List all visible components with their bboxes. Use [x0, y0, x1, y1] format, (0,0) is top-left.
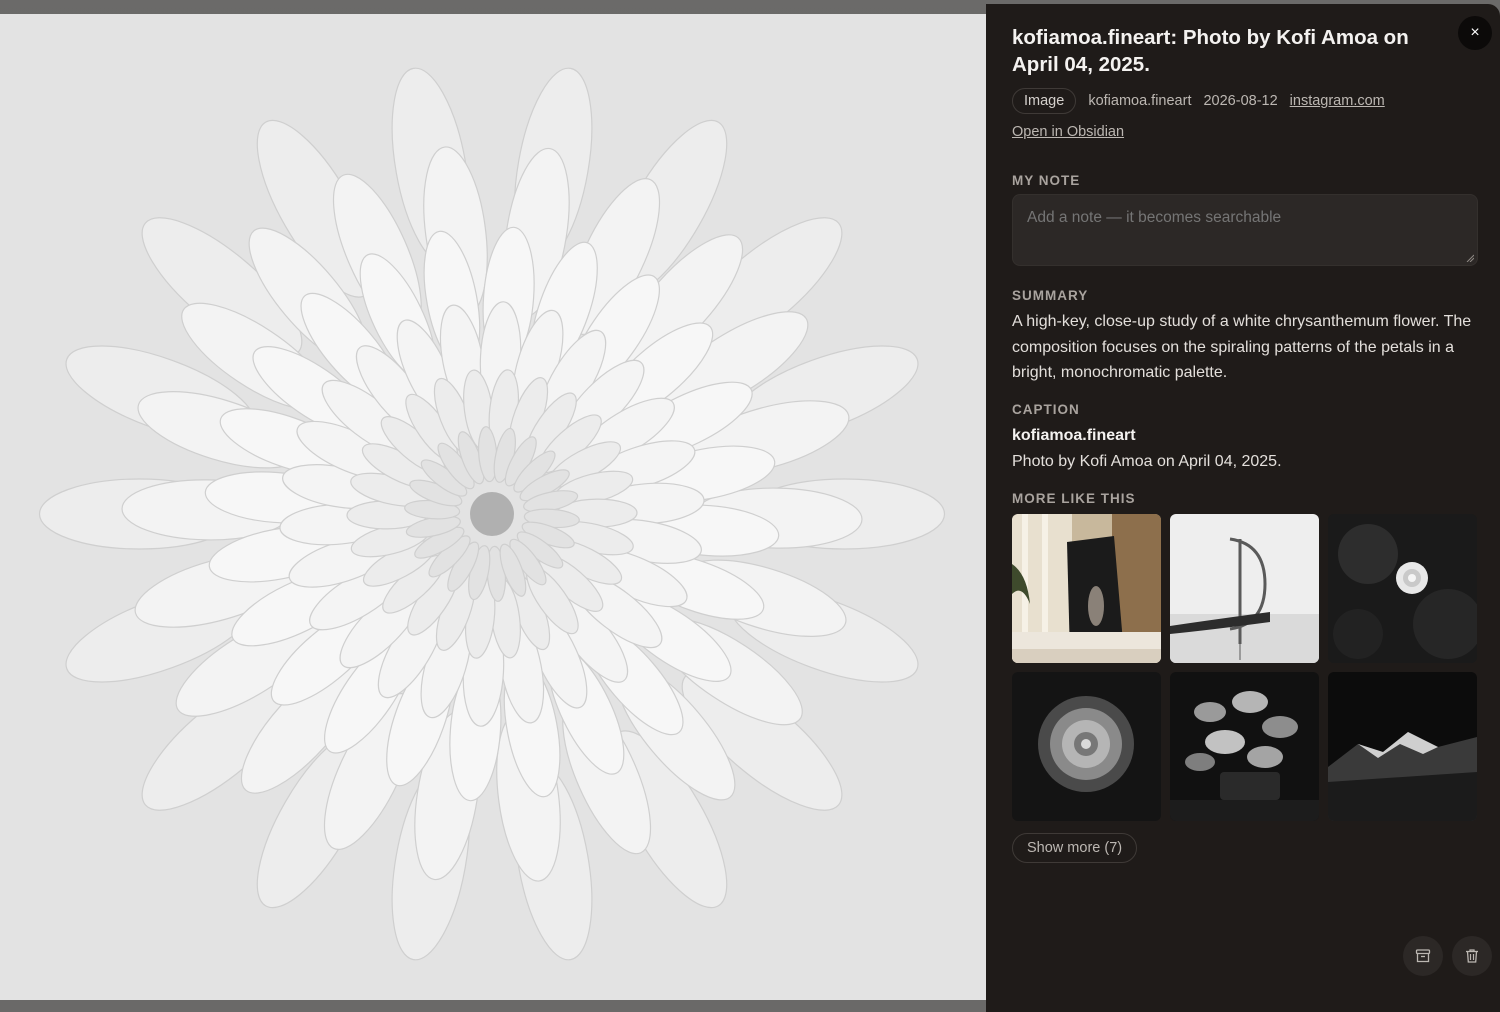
open-in-obsidian-link[interactable]: Open in Obsidian	[1012, 124, 1124, 140]
item-title: kofiamoa.fineart: Photo by Kofi Amoa on …	[1012, 26, 1409, 76]
meta-row: Image kofiamoa.fineart 2026-08-12 instag…	[1012, 88, 1385, 114]
date-label: 2026-08-12	[1203, 93, 1278, 109]
related-thumb-plant[interactable]	[1170, 672, 1319, 821]
close-icon: ×	[1470, 24, 1480, 41]
chrysanthemum-photo	[0, 14, 986, 1000]
viewer-bottom-edge	[0, 1000, 986, 1012]
related-thumb-interior[interactable]	[1012, 514, 1161, 663]
trash-icon	[1466, 949, 1478, 963]
summary-label: SUMMARY	[1012, 288, 1089, 303]
my-note-label: MY NOTE	[1012, 173, 1081, 188]
show-more-button[interactable]: Show more (7)	[1012, 833, 1138, 863]
app-frame: × kofiamoa.fineart: Photo by Kofi Amoa o…	[0, 0, 1500, 1012]
main-image	[0, 14, 986, 1000]
caption-text: Photo by Kofi Amoa on April 04, 2025.	[1012, 453, 1282, 470]
type-chip[interactable]: Image	[1012, 88, 1077, 114]
caption-username: kofiamoa.fineart	[1012, 427, 1136, 444]
archive-button[interactable]	[1403, 936, 1443, 976]
archive-icon	[1415, 949, 1431, 963]
source-link[interactable]: instagram.com	[1290, 93, 1385, 109]
resize-grip-icon[interactable]	[1466, 254, 1474, 262]
more-like-this-label: MORE LIKE THIS	[1012, 491, 1136, 506]
close-button[interactable]: ×	[1458, 16, 1492, 50]
author-label: kofiamoa.fineart	[1088, 93, 1192, 109]
note-input[interactable]	[1012, 194, 1478, 266]
detail-panel: × kofiamoa.fineart: Photo by Kofi Amoa o…	[986, 4, 1500, 1012]
related-thumb-seascape[interactable]	[1170, 514, 1319, 663]
related-thumb-rose[interactable]	[1328, 514, 1477, 663]
caption-label: CAPTION	[1012, 402, 1080, 417]
delete-button[interactable]	[1452, 936, 1492, 976]
summary-text: A high-key, close-up study of a white ch…	[1012, 313, 1472, 381]
related-thumb-dahlia[interactable]	[1012, 672, 1161, 821]
related-thumb-mountain[interactable]	[1328, 672, 1477, 821]
